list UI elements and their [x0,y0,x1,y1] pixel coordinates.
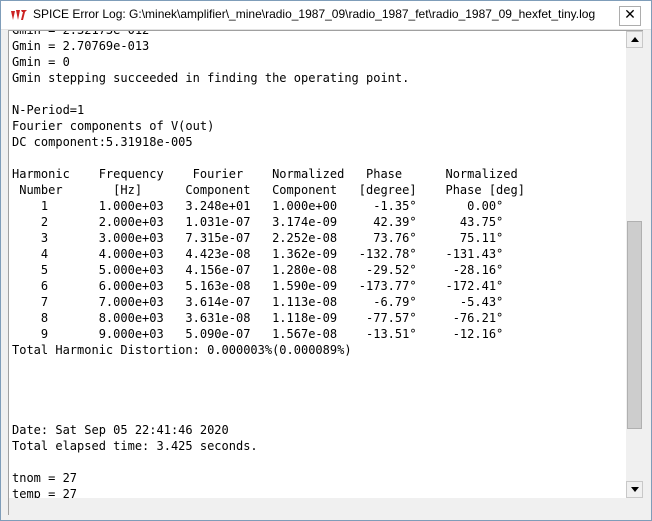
log-line: tnom = 27 [12,471,78,485]
log-line: 3 3.000e+03 7.315e-07 2.252e-08 73.76° 7… [12,231,504,245]
log-line: Total Harmonic Distortion: 0.000003%(0.0… [12,343,352,357]
log-line: 4 4.000e+03 4.423e-08 1.362e-09 -132.78°… [12,247,504,261]
log-line: 6 6.000e+03 5.163e-08 1.590e-09 -173.77°… [12,279,504,293]
log-line: 5 5.000e+03 4.156e-07 1.280e-08 -29.52° … [12,263,504,277]
log-view[interactable]: Gmin = 2.32173e-012 Gmin = 2.70769e-013 … [8,30,643,515]
scrollbar-corner [626,498,643,515]
close-icon: ✕ [624,7,636,23]
log-line: Date: Sat Sep 05 22:41:46 2020 [12,423,229,437]
horizontal-scrollbar-track[interactable] [9,498,626,515]
log-line: 2 2.000e+03 1.031e-07 3.174e-09 42.39° 4… [12,215,504,229]
scroll-thumb[interactable] [627,221,642,429]
close-button[interactable]: ✕ [619,6,641,26]
title-bar[interactable]: SPICE Error Log: G:\minek\amplifier\_min… [1,1,651,30]
log-line: Gmin = 2.70769e-013 [12,39,150,53]
log-line: Gmin = 2.32173e-012 [12,30,150,37]
log-line: 1 1.000e+03 3.248e+01 1.000e+00 -1.35° 0… [12,199,504,213]
log-line: N-Period=1 [12,103,85,117]
log-line: Number [Hz] Component Component [degree]… [12,183,525,197]
scroll-down-button[interactable] [626,481,643,498]
log-line: DC component:5.31918e-005 [12,135,193,149]
spice-error-log-window: SPICE Error Log: G:\minek\amplifier\_min… [0,0,652,521]
log-line: Harmonic Frequency Fourier Normalized Ph… [12,167,518,181]
log-line: Gmin = 0 [12,55,70,69]
log-line: 7 7.000e+03 3.614e-07 1.113e-08 -6.79° -… [12,295,504,309]
log-line: Total elapsed time: 3.425 seconds. [12,439,258,453]
log-text: Gmin = 2.32173e-012 Gmin = 2.70769e-013 … [12,30,525,515]
log-line: 9 9.000e+03 5.090e-07 1.567e-08 -13.51° … [12,327,504,341]
ltspice-app-icon [11,10,27,20]
log-line: Gmin stepping succeeded in finding the o… [12,71,410,85]
vertical-scrollbar[interactable] [626,31,643,498]
arrow-down-icon [630,487,639,492]
log-line: 8 8.000e+03 3.631e-08 1.118e-09 -77.57° … [12,311,504,325]
window-title: SPICE Error Log: G:\minek\amplifier\_min… [33,7,596,21]
arrow-up-icon [630,37,639,42]
scroll-up-button[interactable] [626,31,643,48]
log-line: Fourier components of V(out) [12,119,215,133]
